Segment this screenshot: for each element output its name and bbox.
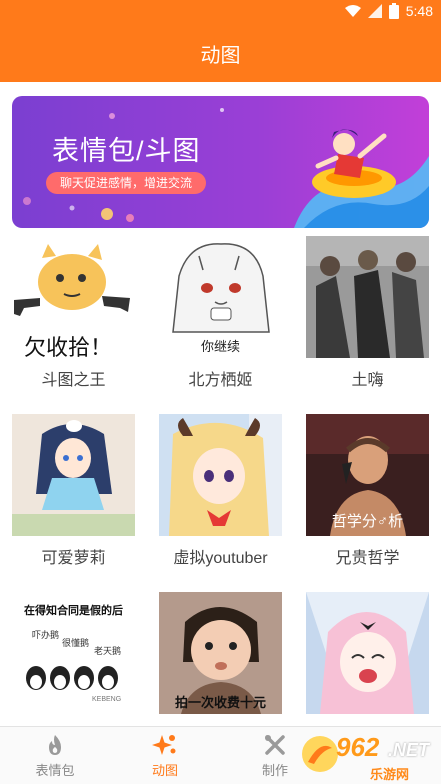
page-title: 动图: [200, 44, 241, 67]
thumbnail-caption: 你继续: [200, 339, 240, 354]
site-watermark: 962 .NET 乐游网: [300, 728, 436, 782]
battery-icon: [388, 3, 399, 19]
thumbnail-caption: 哲学分♂析: [331, 513, 404, 530]
status-bar: 5:48: [0, 0, 441, 24]
grid-item-label: 虚拟youtuber: [173, 550, 268, 567]
thumbnail: 在得知合同是假的后 吓办鹅 很懂鹅 老天鹅 KEBENG: [12, 592, 135, 714]
status-time: 5:48: [405, 3, 433, 19]
nav-tab-gifs[interactable]: 动图: [125, 733, 205, 779]
banner-title: 表情包/斗图: [52, 136, 201, 166]
thumbnail: [12, 414, 135, 536]
signal-icon: [367, 4, 382, 18]
sparkle-icon: [152, 735, 176, 755]
app-bar: 动图: [0, 24, 441, 82]
grid-item-label: 土嗨: [351, 372, 384, 389]
nav-label: 表情包: [35, 763, 75, 778]
watermark-suffix: .NET: [388, 740, 430, 760]
watermark-sub: 乐游网: [370, 767, 410, 782]
thumbnail: 拍一次收费十元: [159, 592, 282, 714]
banner-girl-illustration: [294, 129, 429, 228]
grid-item-label: 北方栖姬: [188, 372, 253, 389]
promo-banner[interactable]: 表情包/斗图 聊天促进感情，增进交流: [12, 96, 429, 228]
thumbnail-caption: 欠收拾！: [24, 335, 113, 358]
wifi-icon: [344, 5, 361, 17]
tools-icon: [265, 735, 285, 755]
thumbnail-caption: 拍一次收费十元: [174, 695, 266, 710]
grid-item-label: 斗图之王: [41, 372, 106, 389]
thumbnail: 你继续: [159, 236, 282, 358]
watermark-logo-icon: [302, 736, 338, 772]
thumbnail: [306, 592, 429, 714]
status-icons: 5:48: [344, 3, 433, 19]
thumbnail: 哲学分♂析: [306, 414, 429, 536]
thumbnail: [159, 414, 282, 536]
thumbnail-brand: KEBENG: [92, 696, 122, 703]
nav-tab-stickers[interactable]: 表情包: [15, 733, 95, 779]
grid-item-label: 兄贵哲学: [335, 550, 400, 567]
flame-icon: [49, 735, 61, 755]
watermark-number: 962: [336, 732, 380, 762]
thumbnail: [306, 236, 429, 358]
banner-subtitle: 聊天促进感情，增进交流: [46, 172, 207, 194]
nav-label: 动图: [151, 763, 178, 778]
thumbnail: 欠收拾！: [12, 236, 135, 358]
grid-item-label: 可爱萝莉: [41, 550, 106, 567]
